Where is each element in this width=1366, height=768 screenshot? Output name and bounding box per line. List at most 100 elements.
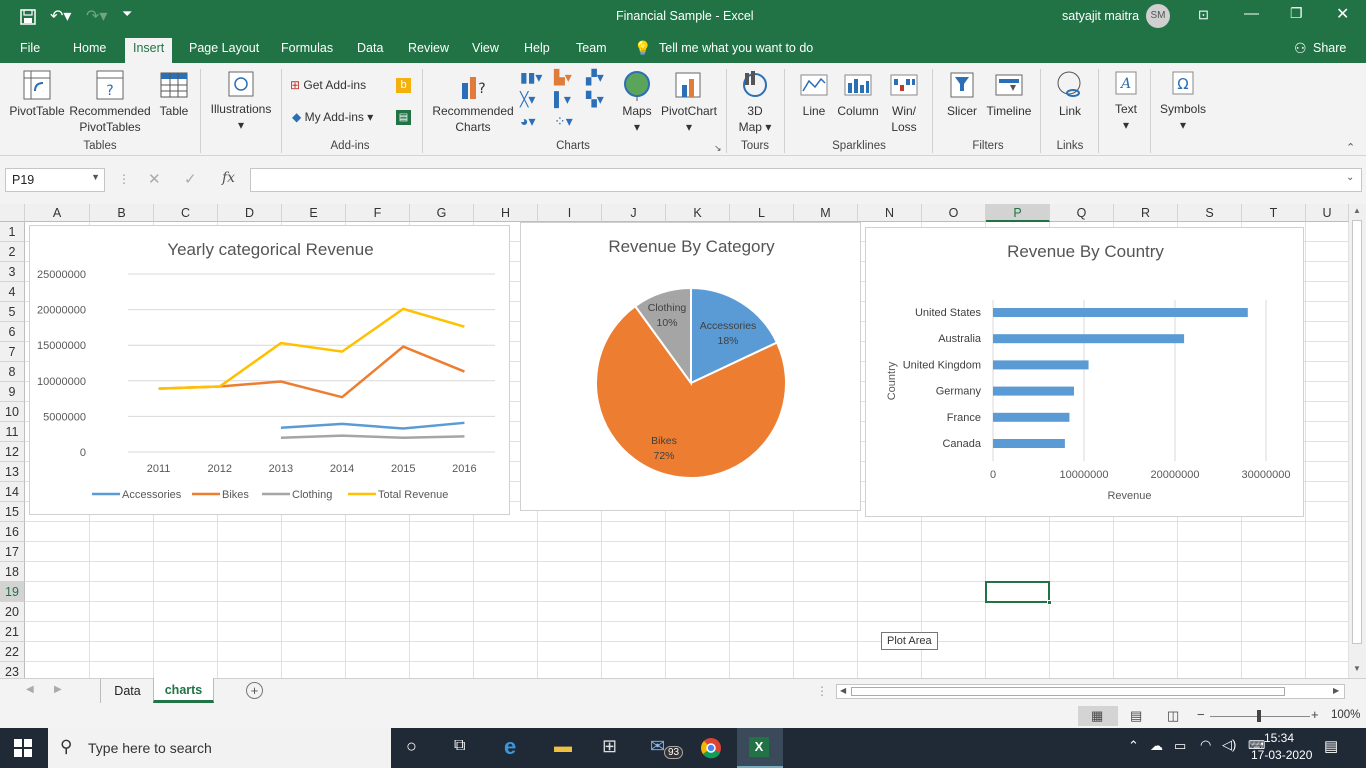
column-header-C[interactable]: C [154, 204, 218, 222]
avatar[interactable]: SM [1146, 4, 1170, 28]
column-header-E[interactable]: E [282, 204, 346, 222]
people-graph-icon[interactable]: ▤ [396, 110, 411, 125]
tab-page-layout[interactable]: Page Layout [189, 41, 259, 55]
onedrive-icon[interactable]: ☁ [1150, 738, 1163, 754]
tab-home[interactable]: Home [73, 41, 106, 55]
recommended-pivottables-button[interactable]: ? Recommended PivotTables [68, 69, 152, 135]
page-break-view-icon[interactable]: ◫ [1167, 708, 1179, 724]
sparkline-line-button[interactable]: Line [794, 69, 834, 119]
row-header-14[interactable]: 14 [0, 482, 25, 502]
file-explorer-icon[interactable]: ▬ [554, 736, 572, 757]
tab-help[interactable]: Help [524, 41, 550, 55]
row-header-13[interactable]: 13 [0, 462, 25, 482]
illustrations-button[interactable]: Illustrations ▾ [206, 69, 276, 133]
row-header-8[interactable]: 8 [0, 362, 25, 382]
column-header-R[interactable]: R [1114, 204, 1178, 222]
bar-chart[interactable]: Revenue By Country 0 10000000 20000000 3000… [865, 227, 1304, 517]
column-header-N[interactable]: N [858, 204, 922, 222]
row-header-15[interactable]: 15 [0, 502, 25, 522]
insert-function-icon[interactable]: fx [222, 170, 235, 186]
row-header-5[interactable]: 5 [0, 302, 25, 322]
combo-chart-icon[interactable]: ▚▾ [586, 91, 604, 108]
column-header-U[interactable]: U [1306, 204, 1349, 222]
battery-icon[interactable]: ▭ [1174, 738, 1186, 754]
cortana-icon[interactable]: ○ [406, 736, 417, 757]
maps-button[interactable]: Maps ▾ [618, 69, 656, 135]
excel-taskbar-button[interactable]: X [737, 728, 783, 768]
scrollbar-thumb[interactable] [1352, 220, 1362, 644]
row-header-4[interactable]: 4 [0, 282, 25, 302]
row-header-22[interactable]: 22 [0, 642, 25, 662]
sparkline-column-button[interactable]: Column [836, 69, 880, 119]
slicer-button[interactable]: Slicer [942, 69, 982, 119]
pivottable-button[interactable]: PivotTable [8, 69, 66, 119]
zoom-slider-thumb[interactable] [1257, 710, 1261, 722]
scroll-down-icon[interactable]: ▼ [1353, 664, 1361, 673]
column-header-J[interactable]: J [602, 204, 666, 222]
tab-team[interactable]: Team [576, 41, 607, 55]
column-chart-icon[interactable]: ▮▮▾ [520, 69, 542, 86]
column-header-A[interactable]: A [25, 204, 90, 222]
link-button[interactable]: Link [1050, 69, 1090, 119]
3d-map-button[interactable]: 3D Map ▾ [732, 69, 778, 135]
row-header-1[interactable]: 1 [0, 222, 25, 242]
expand-formula-bar-icon[interactable]: ⌄ [1346, 172, 1354, 183]
sheet-tab-data[interactable]: Data [100, 679, 154, 703]
statistic-chart-icon[interactable]: ▌▾ [554, 91, 571, 108]
column-header-O[interactable]: O [922, 204, 986, 222]
timeline-button[interactable]: Timeline [984, 69, 1034, 119]
tab-file[interactable]: File [20, 41, 40, 55]
zoom-out-icon[interactable]: − [1197, 707, 1205, 722]
notifications-icon[interactable]: ▤ [1324, 737, 1338, 755]
column-header-G[interactable]: G [410, 204, 474, 222]
symbols-button[interactable]: Ω Symbols ▾ [1156, 69, 1210, 133]
tab-view[interactable]: View [472, 41, 499, 55]
column-header-D[interactable]: D [218, 204, 282, 222]
share-button[interactable]: Share [1313, 41, 1346, 55]
vertical-scrollbar[interactable]: ▲ ▼ [1349, 204, 1366, 678]
tab-insert[interactable]: Insert [125, 38, 173, 63]
column-header-H[interactable]: H [474, 204, 538, 222]
row-header-12[interactable]: 12 [0, 442, 25, 462]
task-view-icon[interactable]: ⧉ [454, 737, 465, 755]
ribbon-display-icon[interactable]: ⊡ [1198, 7, 1209, 23]
horizontal-scrollbar[interactable]: ◀ ▶ [836, 684, 1345, 699]
scroll-left-icon[interactable]: ◀ [840, 686, 846, 695]
collapse-ribbon-icon[interactable]: ⌃ [1346, 141, 1355, 154]
page-layout-view-icon[interactable]: ▤ [1130, 708, 1142, 724]
table-button[interactable]: Table [154, 69, 194, 119]
tab-formulas[interactable]: Formulas [281, 41, 333, 55]
h-scrollbar-thumb[interactable] [851, 687, 1285, 696]
zoom-level[interactable]: 100% [1331, 709, 1360, 721]
scroll-up-icon[interactable]: ▲ [1353, 206, 1361, 215]
line-chart[interactable]: Yearly categorical Revenue 25000000 20000… [29, 225, 510, 515]
worksheet-grid[interactable]: ABCDEFGHIJKLMNOPQRSTU 1 2 3 4 5 6 7 8 9 10 11 12 13 1… [0, 204, 1349, 682]
volume-icon[interactable]: ◁) [1222, 737, 1236, 753]
selected-cell[interactable] [985, 581, 1052, 605]
hierarchy-chart-icon[interactable]: ▙▾ [554, 69, 572, 86]
store-icon[interactable]: ⊞ [602, 736, 617, 757]
row-header-6[interactable]: 6 [0, 322, 25, 342]
row-header-19[interactable]: 19 [0, 582, 25, 602]
scatter-chart-icon[interactable]: ⁘▾ [554, 113, 573, 130]
restore-icon[interactable]: ❐ [1290, 5, 1303, 22]
row-header-11[interactable]: 11 [0, 422, 25, 442]
tab-review[interactable]: Review [408, 41, 449, 55]
formula-input[interactable] [250, 168, 1362, 192]
row-header-2[interactable]: 2 [0, 242, 25, 262]
chrome-icon[interactable] [700, 737, 722, 759]
sparkline-winloss-button[interactable]: Win/Loss [884, 69, 924, 135]
column-header-F[interactable]: F [346, 204, 410, 222]
column-header-S[interactable]: S [1178, 204, 1242, 222]
column-header-K[interactable]: K [666, 204, 730, 222]
column-header-B[interactable]: B [90, 204, 154, 222]
zoom-in-icon[interactable]: + [1311, 707, 1319, 722]
column-header-M[interactable]: M [794, 204, 858, 222]
windows-start-icon[interactable] [14, 739, 32, 757]
new-sheet-icon[interactable]: + [246, 682, 263, 699]
tell-me-input[interactable]: Tell me what you want to do [659, 41, 813, 55]
taskbar-search-box[interactable]: ⚲ Type here to search [48, 728, 391, 768]
line-chart-icon[interactable]: ╳▾ [520, 91, 535, 108]
row-header-16[interactable]: 16 [0, 522, 25, 542]
redo-icon[interactable]: ↷▾ [86, 6, 107, 26]
